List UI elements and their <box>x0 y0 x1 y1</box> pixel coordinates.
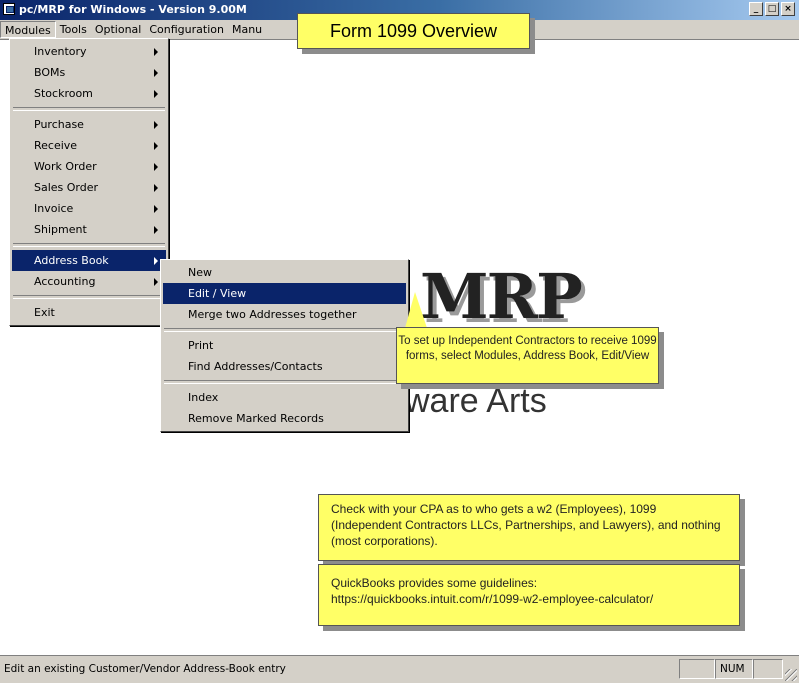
submenu-item-index[interactable]: Index <box>163 387 406 408</box>
submenu-arrow-icon <box>154 163 158 171</box>
close-button[interactable]: × <box>781 2 795 16</box>
submenu-arrow-icon <box>154 90 158 98</box>
menu-item-purchase[interactable]: Purchase <box>12 114 166 135</box>
submenu-arrow-icon <box>154 142 158 150</box>
submenu-item-merge-addresses[interactable]: Merge two Addresses together <box>163 304 406 325</box>
submenu-arrow-icon <box>154 48 158 56</box>
submenu-item-find-addresses[interactable]: Find Addresses/Contacts <box>163 356 406 377</box>
background-logo: MRP <box>420 260 583 333</box>
menu-item-label: Shipment <box>34 223 87 236</box>
window-title: pc/MRP for Windows - Version 9.00M <box>19 3 247 16</box>
modules-menu: Inventory BOMs Stockroom Purchase Receiv… <box>9 38 169 326</box>
menu-item-shipment[interactable]: Shipment <box>12 219 166 240</box>
submenu-item-remove-marked[interactable]: Remove Marked Records <box>163 408 406 429</box>
menu-item-stockroom[interactable]: Stockroom <box>12 83 166 104</box>
submenu-item-edit-view[interactable]: Edit / View <box>163 283 406 304</box>
callout-pointer <box>405 292 427 328</box>
submenu-arrow-icon <box>154 257 158 265</box>
submenu-item-print[interactable]: Print <box>163 335 406 356</box>
quickbooks-text: QuickBooks provides some guidelines: <box>331 576 538 590</box>
menu-item-label: Work Order <box>34 160 97 173</box>
submenu-arrow-icon <box>154 226 158 234</box>
maximize-button[interactable]: □ <box>765 2 779 16</box>
menu-item-label: Address Book <box>34 254 109 267</box>
contractors-callout: To set up Independent Contractors to rec… <box>396 327 659 384</box>
submenu-arrow-icon <box>154 121 158 129</box>
menu-item-work-order[interactable]: Work Order <box>12 156 166 177</box>
menu-item-label: Accounting <box>34 275 96 288</box>
menu-item-invoice[interactable]: Invoice <box>12 198 166 219</box>
menu-separator <box>13 107 165 111</box>
quickbooks-link: https://quickbooks.intuit.com/r/1099-w2-… <box>331 592 654 606</box>
menu-optional[interactable]: Optional <box>91 21 146 38</box>
submenu-arrow-icon <box>154 205 158 213</box>
status-message: Edit an existing Customer/Vendor Address… <box>4 663 286 675</box>
menu-modules[interactable]: Modules <box>0 21 56 38</box>
menu-item-accounting[interactable]: Accounting <box>12 271 166 292</box>
menu-separator <box>13 295 165 299</box>
menu-item-label: Inventory <box>34 45 87 58</box>
cpa-callout: Check with your CPA as to who gets a w2 … <box>318 494 740 561</box>
menu-tools[interactable]: Tools <box>56 21 91 38</box>
submenu-arrow-icon <box>154 69 158 77</box>
menu-item-label: Stockroom <box>34 87 93 100</box>
menu-item-boms[interactable]: BOMs <box>12 62 166 83</box>
menu-item-label: Invoice <box>34 202 74 215</box>
status-panel-empty <box>753 659 783 679</box>
menu-item-label: Purchase <box>34 118 84 131</box>
menu-item-label: Receive <box>34 139 78 152</box>
submenu-arrow-icon <box>154 184 158 192</box>
minimize-button[interactable]: _ <box>749 2 763 16</box>
menu-item-inventory[interactable]: Inventory <box>12 41 166 62</box>
menu-item-exit[interactable]: Exit <box>12 302 166 323</box>
app-icon[interactable] <box>3 3 15 15</box>
menu-configuration[interactable]: Configuration <box>145 21 228 38</box>
menu-item-receive[interactable]: Receive <box>12 135 166 156</box>
resize-grip-icon[interactable] <box>785 669 797 681</box>
status-panel-empty <box>679 659 715 679</box>
menu-separator <box>164 380 405 384</box>
quickbooks-callout: QuickBooks provides some guidelines: htt… <box>318 564 740 626</box>
menu-separator <box>13 243 165 247</box>
menu-item-label: Sales Order <box>34 181 99 194</box>
menu-item-label: Exit <box>34 306 55 319</box>
status-bar: Edit an existing Customer/Vendor Address… <box>0 655 799 683</box>
menu-manufacturing[interactable]: Manu <box>228 21 266 38</box>
menu-item-sales-order[interactable]: Sales Order <box>12 177 166 198</box>
window-controls: _ □ × <box>749 2 795 16</box>
background-subtitle: ware Arts <box>405 382 547 420</box>
submenu-arrow-icon <box>154 278 158 286</box>
form-overview-callout: Form 1099 Overview <box>297 13 530 49</box>
menu-item-address-book[interactable]: Address Book <box>12 250 166 271</box>
address-book-submenu: New Edit / View Merge two Addresses toge… <box>160 259 409 432</box>
menu-separator <box>164 328 405 332</box>
num-lock-indicator: NUM <box>715 659 753 679</box>
menu-item-label: BOMs <box>34 66 66 79</box>
submenu-item-new[interactable]: New <box>163 262 406 283</box>
